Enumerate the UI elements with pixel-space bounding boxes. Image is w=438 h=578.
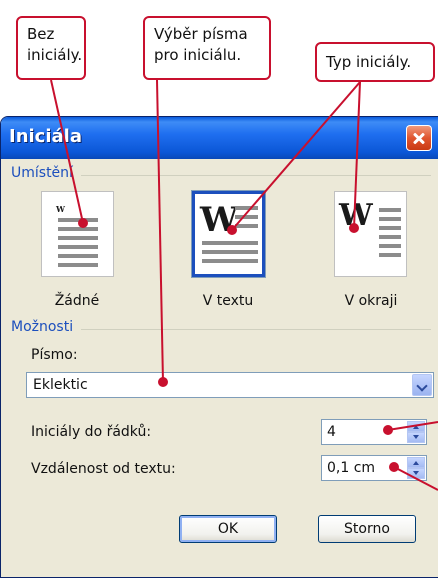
distance-from-text-value: 0,1 cm	[327, 460, 376, 476]
distance-from-text-label: Vzdálenost od textu:	[31, 461, 176, 477]
close-button[interactable]	[406, 125, 432, 151]
options-group-label: Možnosti	[11, 319, 78, 335]
font-select-value: Eklektic	[33, 377, 88, 393]
dialog-title: Iniciála	[9, 126, 82, 147]
spin-up-icon[interactable]	[407, 421, 425, 432]
placement-group-label: Umístění	[11, 165, 77, 181]
placement-none-label[interactable]: Žádné	[27, 293, 127, 309]
options-group-divider	[81, 329, 431, 330]
drop-cap-dialog: Iniciála Umístění W Žádné W V textu W V …	[0, 116, 438, 578]
font-label: Písmo:	[31, 347, 78, 363]
spin-down-icon[interactable]	[407, 432, 425, 443]
spin-up-icon[interactable]	[407, 457, 425, 468]
callout-font-choice-text: Výběr písma pro iniciálu.	[154, 25, 248, 64]
title-bar[interactable]: Iniciála	[1, 117, 438, 159]
chevron-down-icon[interactable]	[412, 374, 432, 396]
placement-group-divider	[81, 175, 431, 176]
distance-from-text-stepper[interactable]: 0,1 cm	[321, 455, 427, 481]
lines-to-drop-label: Iniciály do řádků:	[31, 424, 152, 440]
placement-in-text-label[interactable]: V textu	[178, 293, 278, 309]
placement-in-margin-option[interactable]: W	[334, 191, 407, 277]
font-select[interactable]: Eklektic	[26, 372, 434, 398]
placement-in-margin-label[interactable]: V okraji	[321, 293, 421, 309]
placement-none-option[interactable]: W	[41, 191, 114, 277]
spin-down-icon[interactable]	[407, 468, 425, 479]
cancel-button[interactable]: Storno	[318, 515, 416, 543]
callout-initial-type-text: Typ iniciály.	[326, 53, 412, 71]
lines-to-drop-value: 4	[327, 424, 336, 440]
callout-no-initials: Bez iniciály.	[16, 16, 86, 80]
ok-button[interactable]: OK	[179, 515, 277, 543]
callout-no-initials-text: Bez iniciály.	[27, 25, 83, 64]
lines-to-drop-stepper[interactable]: 4	[321, 419, 427, 445]
callout-initial-type: Typ iniciály.	[315, 42, 435, 82]
placement-in-text-option[interactable]: W	[191, 190, 266, 278]
callout-font-choice: Výběr písma pro iniciálu.	[143, 16, 271, 80]
